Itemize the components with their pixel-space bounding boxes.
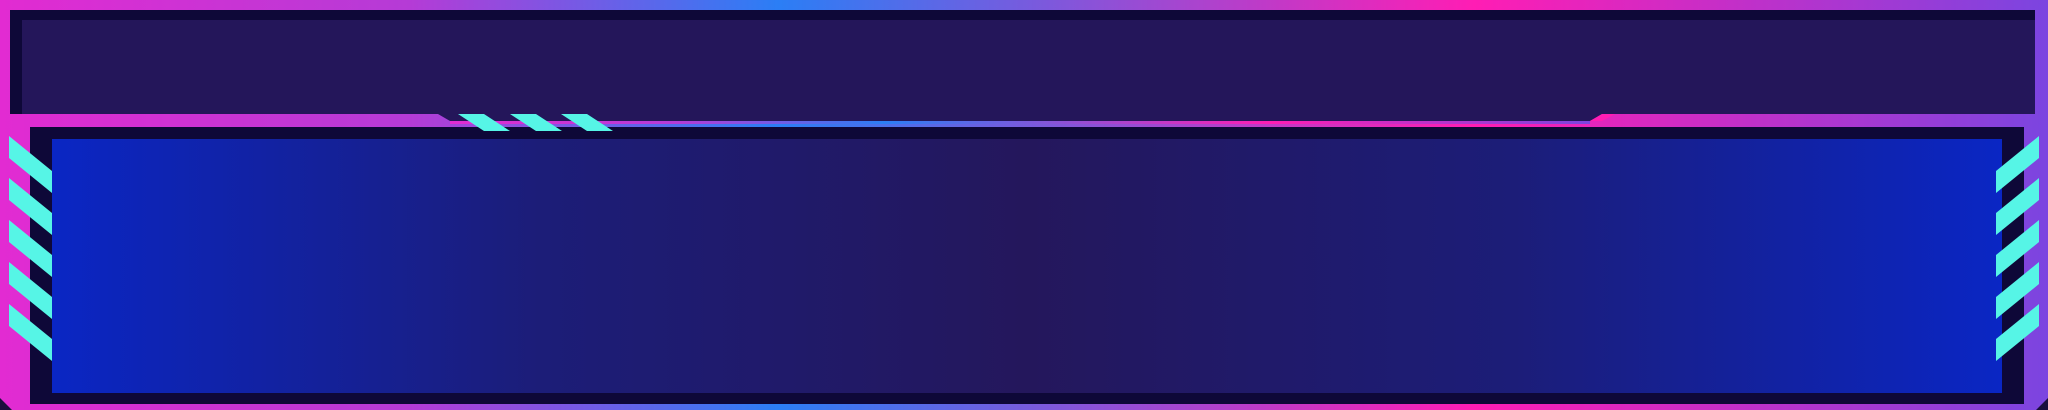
frame-graphics bbox=[0, 0, 2048, 410]
banner-frame bbox=[0, 0, 2048, 410]
header-tab-connector bbox=[438, 114, 1602, 121]
divider-line bbox=[450, 121, 1590, 124]
panel-body bbox=[52, 139, 2002, 393]
header-bar bbox=[22, 20, 2035, 114]
tab-stripes bbox=[458, 114, 613, 131]
